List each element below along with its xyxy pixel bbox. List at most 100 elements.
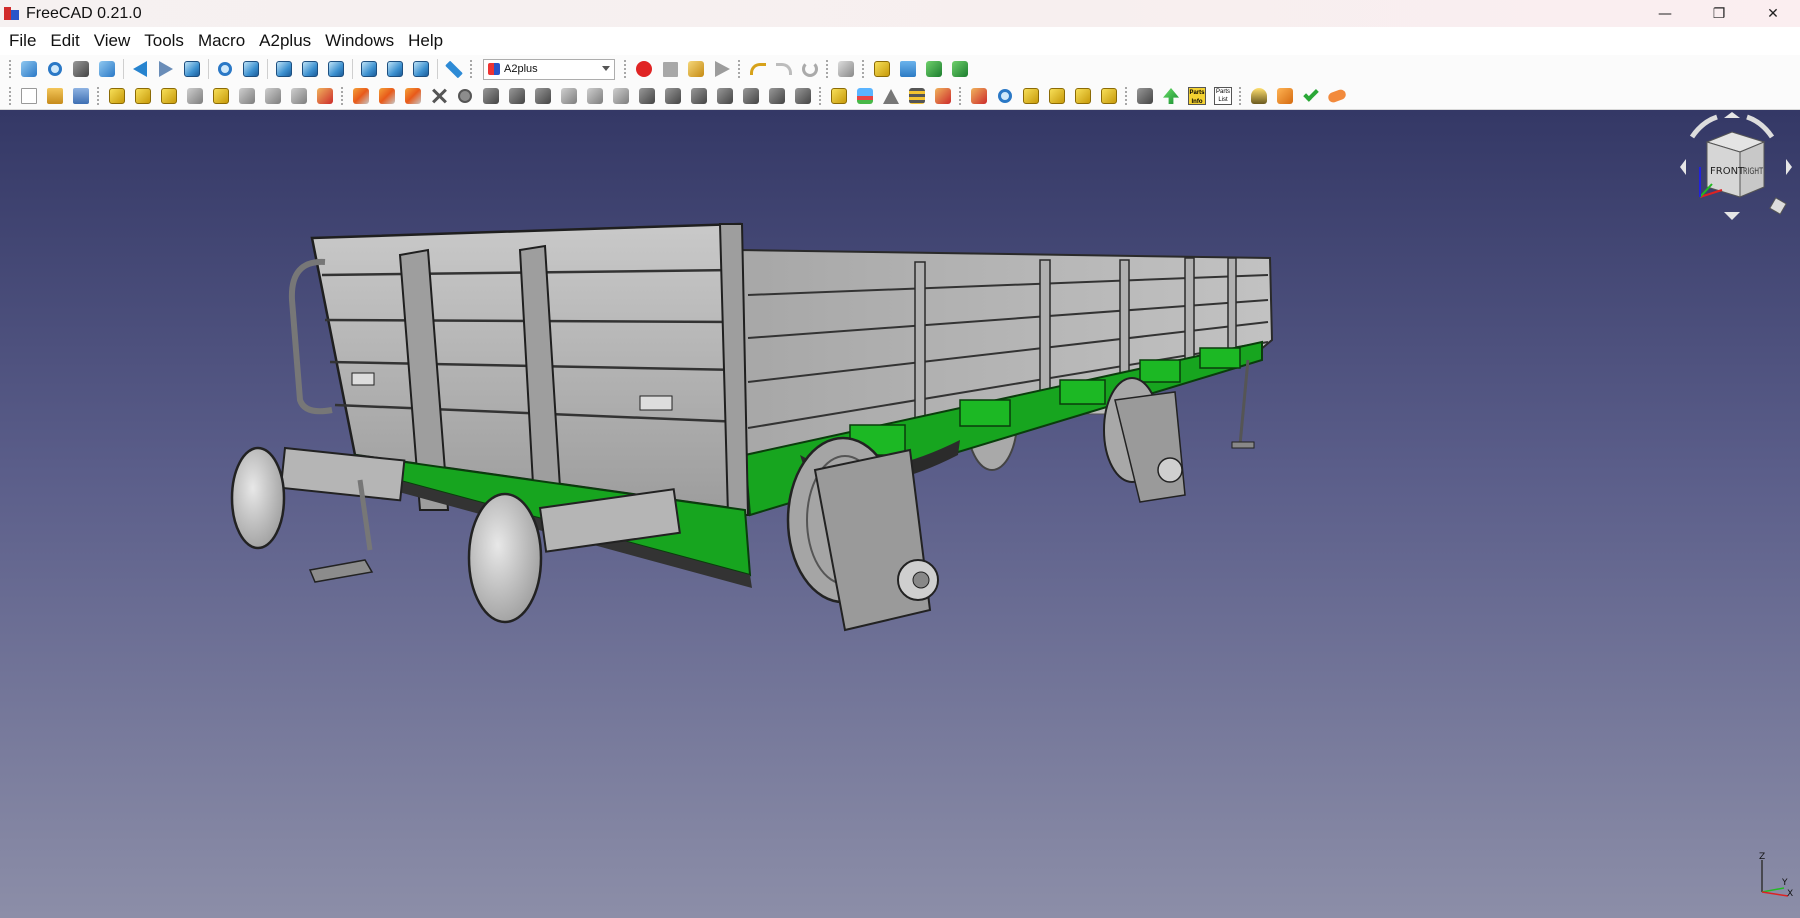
constraint-sphere-button[interactable] xyxy=(454,85,476,107)
undo-button[interactable] xyxy=(747,58,769,80)
constraint-coaxial-button[interactable] xyxy=(558,85,580,107)
check-constraints-button[interactable] xyxy=(968,85,990,107)
constraint-point-button[interactable] xyxy=(350,85,372,107)
label-button[interactable] xyxy=(1072,85,1094,107)
search-constraints-button[interactable] xyxy=(994,85,1016,107)
toolbar-grip[interactable] xyxy=(861,59,865,79)
constraint-plane-coincident-button[interactable] xyxy=(714,85,736,107)
redo-button[interactable] xyxy=(773,58,795,80)
cycle-button[interactable] xyxy=(1098,85,1120,107)
new-document-button[interactable] xyxy=(18,85,40,107)
view-bottom-button[interactable] xyxy=(384,58,406,80)
toggle-transparency-button[interactable] xyxy=(906,85,928,107)
3d-view[interactable]: FRONT RIGHT Z Y X xyxy=(0,110,1800,918)
toolbar-grip[interactable] xyxy=(469,59,473,79)
save-document-button[interactable] xyxy=(70,85,92,107)
menu-a2plus[interactable]: A2plus xyxy=(252,27,318,55)
toolbar-grip[interactable] xyxy=(340,86,344,106)
a2p-import-part-button[interactable] xyxy=(106,85,128,107)
minimize-button[interactable]: — xyxy=(1638,0,1692,27)
view-top-button[interactable] xyxy=(299,58,321,80)
delete-constraints-button[interactable] xyxy=(428,85,450,107)
toolbar-grip[interactable] xyxy=(958,86,962,106)
refresh-button[interactable] xyxy=(799,58,821,80)
a2p-shape-reference-button[interactable] xyxy=(158,85,180,107)
convert-button[interactable] xyxy=(1274,85,1296,107)
workbench-selector[interactable]: A2plus xyxy=(483,58,615,80)
macro-stop-button[interactable] xyxy=(659,58,681,80)
auto-solve-button[interactable] xyxy=(854,85,876,107)
measure-button[interactable] xyxy=(443,58,465,80)
fit-selection-button[interactable] xyxy=(44,58,66,80)
restore-button[interactable]: ❐ xyxy=(1692,0,1746,27)
parts-list-button[interactable]: Parts List xyxy=(1212,85,1234,107)
view-left-button[interactable] xyxy=(410,58,432,80)
a2p-add-part-button[interactable] xyxy=(871,58,893,80)
toolbar-grip[interactable] xyxy=(737,59,741,79)
check-button[interactable] xyxy=(1300,85,1322,107)
wagon-model[interactable] xyxy=(0,110,1800,918)
constraint-face-button[interactable] xyxy=(506,85,528,107)
a2p-export-button[interactable] xyxy=(923,58,945,80)
macro-run-button[interactable] xyxy=(711,58,733,80)
navigation-cube[interactable]: FRONT RIGHT xyxy=(1672,112,1792,232)
constraint-plane-button[interactable] xyxy=(402,85,424,107)
toolbar-grip[interactable] xyxy=(818,86,822,106)
constraint-center-of-mass-button[interactable] xyxy=(792,85,814,107)
whats-this-button[interactable] xyxy=(835,58,857,80)
draw-style-button[interactable] xyxy=(70,58,92,80)
constraint-parallel-button[interactable] xyxy=(610,85,632,107)
clean-up-button[interactable] xyxy=(1326,85,1348,107)
solve-constraints-button[interactable] xyxy=(828,85,850,107)
toolbar-grip[interactable] xyxy=(8,86,12,106)
toggle-part-visibility-button[interactable] xyxy=(932,85,954,107)
bom-button[interactable] xyxy=(1134,85,1156,107)
view-rear-button[interactable] xyxy=(358,58,380,80)
toolbar-grip[interactable] xyxy=(623,59,627,79)
toolbar-grip[interactable] xyxy=(825,59,829,79)
zoom-button[interactable] xyxy=(214,58,236,80)
menu-macro[interactable]: Macro xyxy=(191,27,252,55)
flip-direction-button[interactable] xyxy=(880,85,902,107)
constraint-parallel-alt-button[interactable] xyxy=(636,85,658,107)
selection-button[interactable] xyxy=(1020,85,1042,107)
view-right-button[interactable] xyxy=(325,58,347,80)
macro-edit-button[interactable] xyxy=(685,58,707,80)
toolbar-grip[interactable] xyxy=(96,86,100,106)
open-document-button[interactable] xyxy=(44,85,66,107)
toolbar-grip[interactable] xyxy=(1238,86,1242,106)
a2p-convert-part-button[interactable] xyxy=(210,85,232,107)
a2p-deleted-part-button[interactable] xyxy=(288,85,310,107)
menu-edit[interactable]: Edit xyxy=(43,27,86,55)
constraint-perpendicular-button[interactable] xyxy=(662,85,684,107)
constraint-circle-button[interactable] xyxy=(532,85,554,107)
constraint-plane-angle-button[interactable] xyxy=(766,85,788,107)
a2p-save-restore-button[interactable] xyxy=(314,85,336,107)
back-button[interactable] xyxy=(129,58,151,80)
bounding-box-button[interactable] xyxy=(96,58,118,80)
parts-info-button[interactable]: Parts Info xyxy=(1186,85,1208,107)
constraint-angle-button[interactable] xyxy=(688,85,710,107)
toolbar-grip[interactable] xyxy=(8,59,12,79)
macro-record-button[interactable] xyxy=(633,58,655,80)
update-tree-button[interactable] xyxy=(1160,85,1182,107)
toolbar-grip[interactable] xyxy=(1124,86,1128,106)
a2p-edit-part-button[interactable] xyxy=(236,85,258,107)
view-isometric-button[interactable] xyxy=(240,58,262,80)
a2p-import-button[interactable] xyxy=(949,58,971,80)
menu-file[interactable]: File xyxy=(2,27,43,55)
constraint-plane-parallel-button[interactable] xyxy=(740,85,762,107)
constraint-center-button[interactable] xyxy=(584,85,606,107)
menu-help[interactable]: Help xyxy=(401,27,450,55)
view-front-button[interactable] xyxy=(273,58,295,80)
a2p-open-folder-button[interactable] xyxy=(897,58,919,80)
menu-windows[interactable]: Windows xyxy=(318,27,401,55)
isolate-part-button[interactable] xyxy=(1046,85,1068,107)
menu-view[interactable]: View xyxy=(87,27,138,55)
a2p-update-parts-button[interactable] xyxy=(132,85,154,107)
a2p-duplicate-part-button[interactable] xyxy=(184,85,206,107)
constraint-axis-button[interactable] xyxy=(376,85,398,107)
forward-button[interactable] xyxy=(155,58,177,80)
menu-tools[interactable]: Tools xyxy=(137,27,191,55)
a2p-move-part-button[interactable] xyxy=(262,85,284,107)
